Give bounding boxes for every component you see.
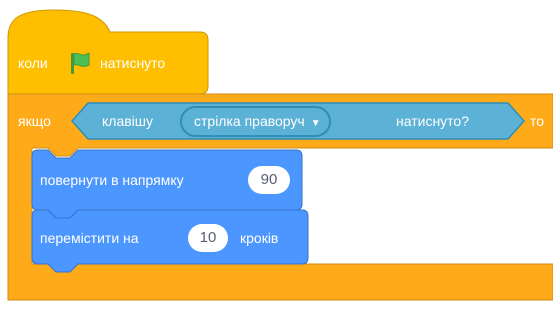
key-dropdown-value: стрілка праворуч	[194, 113, 305, 129]
direction-input[interactable]: 90	[248, 166, 290, 194]
key-dropdown[interactable]: стрілка праворуч ▼	[180, 106, 331, 137]
then-label: то	[530, 113, 545, 129]
key-label: клавішу	[102, 113, 154, 129]
move-label: перемістити на	[40, 230, 139, 246]
steps-input[interactable]: 10	[188, 224, 228, 252]
clicked-label: натиснуто	[100, 55, 166, 71]
script-canvas	[7, 9, 553, 301]
when-label: коли	[18, 55, 48, 71]
hat-block-shape[interactable]	[7, 9, 209, 95]
turn-label: повернути в напрямку	[40, 172, 184, 188]
green-flag-icon[interactable]	[66, 50, 92, 76]
chevron-down-icon: ▼	[310, 118, 321, 129]
if-label: якщо	[18, 113, 51, 129]
pressed-label: натиснуто?	[396, 113, 470, 129]
steps-label: кроків	[240, 230, 279, 246]
